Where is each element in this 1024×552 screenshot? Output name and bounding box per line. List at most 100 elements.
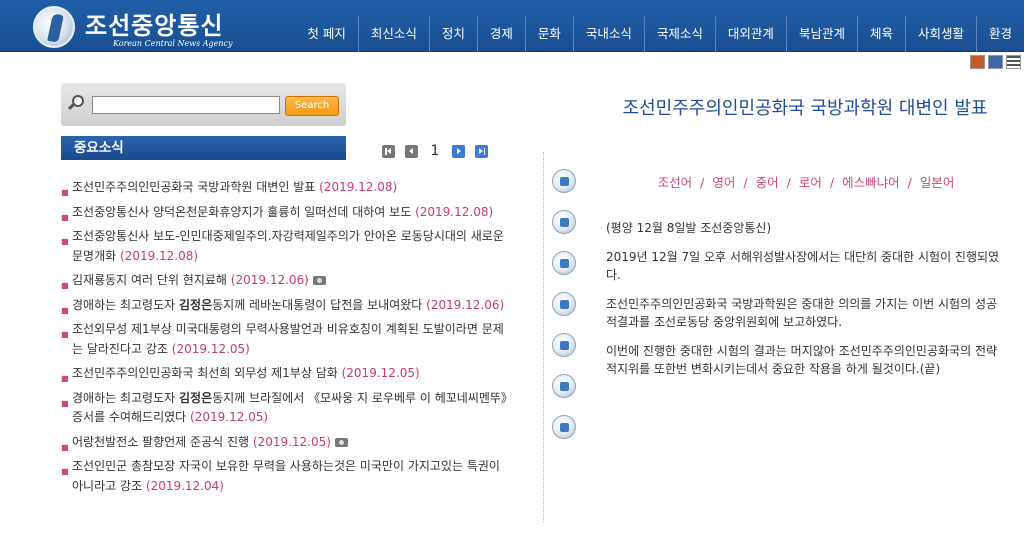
nav-item-sports[interactable]: 체육	[856, 16, 905, 52]
utility-icons	[970, 55, 1021, 69]
article-title: 조선민주주의인민공화국 국방과학원 대변인 발표	[622, 98, 988, 119]
camera-icon	[334, 437, 348, 447]
bullet-icon: ■	[61, 212, 69, 222]
bullet-icon: ■	[61, 398, 69, 408]
lang-separator: /	[829, 175, 835, 190]
prev-page-icon[interactable]	[405, 144, 418, 158]
lang-separator: /	[743, 175, 748, 190]
photo-gallery-icon[interactable]	[552, 169, 576, 193]
search-icon	[67, 95, 84, 111]
news-item-text[interactable]: 조선외무성 제1부상 미국대통령의 무력사용발언과 비유호칭이 계획된 도발이라…	[72, 322, 504, 356]
nav-item-domestic[interactable]: 국내소식	[572, 16, 644, 52]
news-item-date: (2019.12.08)	[319, 180, 398, 194]
main-nav: 첫 페지 최신소식 정치 경제 문화 국내소식 국제소식 대외관계 북남관계 체…	[295, 16, 1024, 52]
news-item-text-pre[interactable]: 경애하는 최고령도자	[72, 391, 179, 405]
bullet-icon: ■	[61, 374, 69, 383]
news-item[interactable]: ■ 조선외무성 제1부상 미국대통령의 무력사용발언과 비유호칭이 계획된 도발이…	[61, 320, 511, 359]
bullet-icon: ■	[61, 188, 69, 197]
bullet-icon: ■	[61, 305, 69, 315]
bullet-icon: ■	[61, 467, 69, 476]
news-item-text[interactable]: 조선중앙통신사 양덕온천문화휴양지가 훌륭히 일떠선데 대하여 보도	[72, 205, 411, 219]
news-item-text[interactable]: 어랑천발전소 팔향언제 준공식 진행	[72, 435, 249, 449]
nav-item-culture[interactable]: 문화	[524, 16, 573, 52]
nav-item-home[interactable]: 첫 페지	[295, 16, 357, 52]
lang-chinese[interactable]: 중어	[756, 175, 779, 190]
logo-title: 조선중앙통신	[85, 11, 224, 40]
bullet-icon: ■	[61, 281, 69, 290]
news-item-date: (2019.12.08)	[415, 204, 494, 219]
lang-separator: /	[907, 175, 912, 190]
search-button[interactable]: Search	[285, 96, 339, 116]
news-item-text-bold[interactable]: 김정은	[179, 298, 212, 312]
news-item-date: (2019.12.06)	[426, 297, 505, 312]
news-item[interactable]: ■ 어랑천발전소 팔향언제 준공식 진행 (2019.12.05)	[61, 433, 511, 453]
news-item-text[interactable]: 조선민주주의인민공화국 국방과학원 대변인 발표	[72, 180, 315, 194]
news-pager: 1	[382, 143, 488, 159]
news-item[interactable]: ■ 조선민주주의인민공화국 최선희 외무성 제1부상 담화 (2019.12.05…	[61, 364, 511, 384]
lang-japanese[interactable]: 일본어	[920, 175, 955, 190]
news-item-text[interactable]: 김재룡동지 여러 단위 현지료해	[72, 273, 227, 287]
bullet-icon: ■	[61, 237, 69, 246]
news-item-text[interactable]: 조선인민군 총참모장 자국이 보유한 무력을 사용하는것은 미국만이 가지고있는…	[72, 459, 500, 493]
search-box: Search	[61, 83, 346, 126]
site-header: 조선중앙통신 Korean Central News Agency 첫 페지 최…	[0, 0, 1024, 52]
nav-item-foreign-relations[interactable]: 대외관계	[714, 16, 786, 52]
current-page[interactable]: 1	[418, 143, 452, 159]
media-icon-bar	[552, 169, 576, 456]
nav-item-international[interactable]: 국제소식	[643, 16, 715, 52]
news-item-date: (2019.12.04)	[145, 478, 224, 493]
photo-icon[interactable]	[970, 55, 985, 69]
speaker-icon[interactable]	[552, 415, 576, 439]
last-page-icon[interactable]	[475, 144, 488, 158]
nav-item-latest[interactable]: 최신소식	[357, 16, 429, 52]
article-paragraph: 조선민주주의인민공화국 국방과학원은 중대한 의의를 가지는 이번 시험의 성공…	[606, 297, 998, 329]
lang-english[interactable]: 영어	[712, 175, 735, 190]
news-item[interactable]: ■ 조선중앙통신사 양덕온천문화휴양지가 훌륭히 일떠선데 대하여 보도 (201…	[61, 203, 511, 223]
nav-item-politics[interactable]: 정치	[428, 16, 477, 52]
person-icon[interactable]	[552, 374, 576, 398]
next-page-icon[interactable]	[452, 144, 465, 158]
nav-item-social-life[interactable]: 사회생활	[904, 16, 976, 52]
lang-russian[interactable]: 로어	[799, 175, 822, 190]
lang-spanish[interactable]: 에스빠냐어	[842, 175, 900, 190]
news-item-date: (2019.12.05)	[190, 410, 269, 424]
news-item-date: (2019.12.05)	[341, 366, 420, 380]
news-item[interactable]: ■ 조선인민군 총참모장 자국이 보유한 무력을 사용하는것은 미국만이 가지고있…	[61, 457, 511, 496]
news-item[interactable]: ■ 김재룡동지 여러 단위 현지료해 (2019.12.06)	[61, 271, 511, 291]
video-gallery-icon[interactable]	[552, 210, 576, 234]
news-item-text[interactable]: 조선민주주의인민공화국 최선희 외무성 제1부상 담화	[72, 366, 338, 380]
first-page-icon[interactable]	[382, 144, 395, 158]
news-item-date: (2019.12.05)	[252, 434, 331, 449]
lang-separator: /	[700, 175, 705, 190]
bullet-icon: ■	[61, 442, 69, 452]
video-icon[interactable]	[988, 55, 1003, 69]
camera-icon[interactable]	[552, 251, 576, 275]
camera-icon	[312, 276, 326, 285]
hotline-icon[interactable]	[552, 333, 576, 357]
search-input[interactable]	[92, 96, 280, 114]
news-item-date: (2019.12.05)	[171, 341, 250, 356]
nav-item-north-south[interactable]: 북남관계	[785, 16, 857, 52]
news-section-title: 중요소식	[61, 136, 346, 160]
news-item[interactable]: ■ 조선중앙통신사 보도-인민대중제일주의.자강력제일주의가 안아온 로동당시대의…	[61, 227, 511, 266]
article-paragraph: 2019년 12월 7일 오후 서해위성발사장에서는 대단히 중대한 시험이 진…	[606, 250, 1000, 282]
audio-icon[interactable]	[552, 292, 576, 316]
news-item[interactable]: ■ 조선민주주의인민공화국 국방과학원 대변인 발표 (2019.12.08)	[61, 178, 511, 198]
lang-korean[interactable]: 조선어	[658, 175, 693, 190]
news-item-text-post[interactable]: 동지께 레바논대통령이 답전을 보내여왔다	[212, 298, 422, 312]
news-item-date: (2019.12.06)	[230, 273, 309, 287]
news-item[interactable]: ■ 경애하는 최고령도자 김정은동지께 브라질에서 《모싸웅 지 로우베루 이 헤…	[61, 389, 511, 428]
site-logo[interactable]: 조선중앙통신 Korean Central News Agency	[33, 4, 263, 48]
news-item-text-pre[interactable]: 경애하는 최고령도자	[72, 298, 179, 312]
bullet-icon: ■	[61, 330, 69, 339]
menu-icon[interactable]	[1006, 55, 1021, 69]
article-dateline: (평양 12월 8일발 조선중앙통신)	[606, 221, 772, 235]
logo-subtitle: Korean Central News Agency	[113, 39, 233, 48]
nav-item-environment[interactable]: 환경	[975, 16, 1024, 52]
logo-emblem-icon	[33, 6, 75, 48]
nav-item-economy[interactable]: 경제	[476, 16, 525, 52]
article-body: (평양 12월 8일발 조선중앙통신) 2019년 12월 7일 오후 서해위성…	[606, 219, 1006, 389]
news-item-date: (2019.12.08)	[120, 248, 199, 263]
news-item[interactable]: ■ 경애하는 최고령도자 김정은동지께 레바논대통령이 답전을 보내여왔다 (20…	[61, 296, 511, 316]
news-item-text-bold[interactable]: 김정은	[179, 391, 212, 405]
